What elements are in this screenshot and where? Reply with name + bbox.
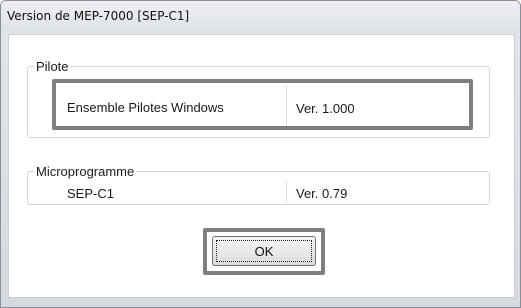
title-bar[interactable]: Version de MEP-7000 [SEP-C1] bbox=[1, 1, 520, 33]
driver-group-label: Pilote bbox=[36, 59, 69, 74]
firmware-name: SEP-C1 bbox=[67, 186, 114, 201]
firmware-group-label: Microprogramme bbox=[36, 164, 135, 179]
window-title: Version de MEP-7000 [SEP-C1] bbox=[7, 9, 190, 23]
firmware-column-divider bbox=[286, 182, 287, 202]
firmware-version: Ver. 0.79 bbox=[296, 186, 348, 201]
driver-highlight-frame bbox=[52, 79, 473, 130]
ok-focus-rect bbox=[216, 240, 312, 262]
ok-button[interactable]: OK bbox=[212, 236, 316, 266]
